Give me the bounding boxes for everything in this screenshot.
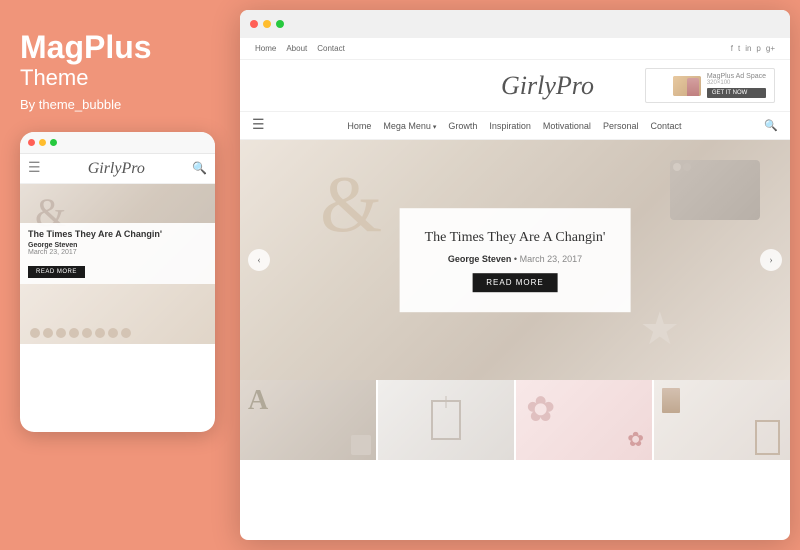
site-top-nav: Home About Contact f t in p g+: [240, 38, 790, 60]
mobile-date: March 23, 2017: [28, 249, 207, 256]
nav-motivational[interactable]: Motivational: [543, 121, 591, 131]
thumbnail-2[interactable]: [378, 380, 514, 460]
mobile-mockup: ☰ GirlyPro 🔍 & The Times They Are A Chan…: [20, 132, 215, 432]
site-hero: & ★ The Times They Are A Changin' George…: [240, 140, 790, 380]
nav-mega-menu[interactable]: Mega Menu: [383, 121, 436, 131]
thumbnail-3[interactable]: ✿ ✿: [516, 380, 652, 460]
hero-overlay-card: The Times They Are A Changin' George Ste…: [400, 208, 631, 312]
nav-inspiration[interactable]: Inspiration: [489, 121, 531, 131]
googleplus-icon[interactable]: g+: [766, 44, 775, 53]
instagram-icon[interactable]: in: [745, 44, 751, 53]
mobile-bead-3: [56, 328, 66, 338]
right-panel: Home About Contact f t in p g+ GirlyPro: [240, 10, 790, 540]
nav-home[interactable]: Home: [347, 121, 371, 131]
site-header: GirlyPro MagPlus Ad Space 320×100 GET IT…: [240, 60, 790, 112]
mobile-bead-4: [69, 328, 79, 338]
mobile-nav: ☰ GirlyPro 🔍: [20, 154, 215, 184]
mobile-hero-image: & The Times They Are A Changin' George S…: [20, 184, 215, 284]
mobile-logo: GirlyPro: [41, 160, 192, 178]
mobile-article-title: The Times They Are A Changin': [28, 229, 207, 241]
mobile-bead-5: [82, 328, 92, 338]
mobile-dot-green: [50, 139, 57, 146]
mobile-bead-8: [121, 328, 131, 338]
hero-article-title: The Times They Are A Changin': [425, 228, 606, 248]
mobile-dot-yellow: [39, 139, 46, 146]
browser-dot-red: [250, 20, 258, 28]
search-icon[interactable]: 🔍: [764, 119, 778, 132]
nav-contact[interactable]: Contact: [650, 121, 681, 131]
mobile-bead-7: [108, 328, 118, 338]
top-nav-about[interactable]: About: [286, 44, 307, 53]
top-nav-contact[interactable]: Contact: [317, 44, 345, 53]
mobile-dot-red: [28, 139, 35, 146]
hero-read-more-button[interactable]: READ MORE: [472, 273, 557, 292]
site-ad-size: 320×100: [707, 80, 766, 86]
facebook-icon[interactable]: f: [731, 44, 733, 53]
site-social-icons: f t in p g+: [731, 44, 775, 53]
mobile-bead-2: [43, 328, 53, 338]
mobile-hamburger-icon: ☰: [28, 160, 41, 177]
site-ad-button[interactable]: GET IT NOW: [707, 88, 766, 98]
brand-title: MagPlus: [20, 30, 152, 65]
site-main-nav: ☰ Home Mega Menu Growth Inspiration Moti…: [240, 112, 790, 140]
hero-star-decoration: ★: [640, 302, 680, 355]
top-nav-home[interactable]: Home: [255, 44, 276, 53]
brand-by: By theme_bubble: [20, 97, 121, 112]
mobile-search-icon: 🔍: [192, 161, 207, 176]
site-logo: GirlyPro: [450, 71, 645, 101]
nav-personal[interactable]: Personal: [603, 121, 639, 131]
pinterest-icon[interactable]: p: [756, 44, 760, 53]
browser-content: Home About Contact f t in p g+ GirlyPro: [240, 38, 790, 540]
site-ad-block: MagPlus Ad Space 320×100 GET IT NOW: [645, 68, 775, 103]
site-nav-links: Home Mega Menu Growth Inspiration Motiva…: [265, 121, 765, 131]
site-ad-text: MagPlus Ad Space 320×100 GET IT NOW: [707, 73, 766, 98]
hamburger-icon[interactable]: ☰: [252, 117, 265, 134]
thumbnail-1[interactable]: A: [240, 380, 376, 460]
hero-meta: George Steven • March 23, 2017: [425, 254, 606, 264]
hero-basket-decoration: [670, 160, 770, 240]
browser-top-bar: [240, 10, 790, 38]
browser-dot-green: [276, 20, 284, 28]
left-panel: MagPlus Theme By theme_bubble ☰ GirlyPro…: [0, 0, 235, 550]
hero-author: George Steven: [448, 254, 512, 264]
mobile-beads-decoration: [30, 327, 205, 339]
hero-next-button[interactable]: ›: [760, 249, 782, 271]
mobile-bead-6: [95, 328, 105, 338]
site-ad-label: MagPlus Ad Space: [707, 73, 766, 80]
mobile-bead-1: [30, 328, 40, 338]
hero-prev-button[interactable]: ‹: [248, 249, 270, 271]
site-top-nav-links: Home About Contact: [255, 44, 345, 53]
nav-growth[interactable]: Growth: [448, 121, 477, 131]
thumbnail-4[interactable]: [654, 380, 790, 460]
mobile-top-bar: [20, 132, 215, 154]
site-thumbnails: A ✿ ✿: [240, 380, 790, 460]
brand-subtitle: Theme: [20, 65, 88, 91]
browser-dot-yellow: [263, 20, 271, 28]
mobile-author: George Steven: [28, 242, 207, 249]
twitter-icon[interactable]: t: [738, 44, 740, 53]
mobile-hero-overlay: The Times They Are A Changin' George Ste…: [20, 223, 215, 285]
hero-date: March 23, 2017: [520, 254, 583, 264]
mobile-bottom-image: [20, 284, 215, 344]
site-ad-image: [673, 76, 701, 96]
mobile-read-more-button[interactable]: READ MORE: [28, 266, 85, 278]
hero-ampersand-decoration: &: [320, 160, 382, 251]
